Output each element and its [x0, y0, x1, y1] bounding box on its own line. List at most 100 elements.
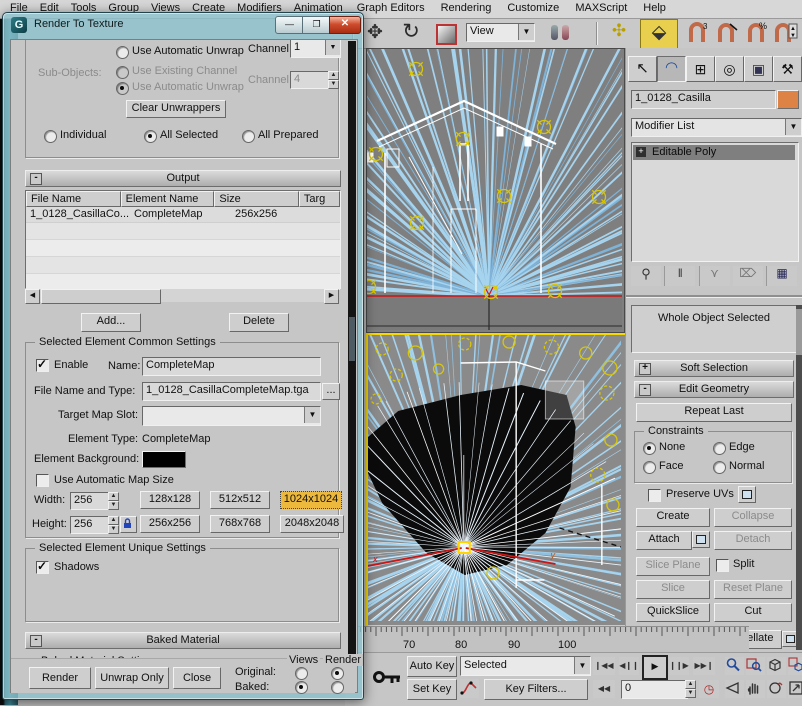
render-to-texture-dialog[interactable]: G Render To Texture — ❐ ✕ Use Automatic …: [2, 12, 364, 700]
tab-hierarchy[interactable]: ⊞: [686, 56, 715, 82]
set-key-button[interactable]: Set Key: [407, 679, 457, 700]
dialog-scrollbar[interactable]: [348, 41, 356, 657]
select-and-move-icon[interactable]: ✥: [362, 21, 388, 46]
hscroll-thumb[interactable]: [41, 289, 161, 304]
create-button[interactable]: Create: [636, 508, 710, 527]
split-checkbox[interactable]: [716, 559, 729, 572]
pan-hand-icon[interactable]: [746, 680, 765, 698]
dialog-scrollbar-thumb[interactable]: [349, 317, 355, 361]
height-field[interactable]: 256: [70, 516, 111, 534]
column-size[interactable]: Size: [214, 191, 299, 207]
menu-rendering[interactable]: Rendering: [433, 2, 500, 14]
object-color-swatch[interactable]: [777, 90, 799, 109]
modifier-stack[interactable]: + Editable Poly: [631, 142, 799, 262]
default-in-out-tangents-icon[interactable]: [460, 679, 479, 698]
frame-spinner[interactable]: ▲ ▼: [685, 680, 696, 698]
snap-3d-icon[interactable]: 3: [684, 20, 710, 46]
chevron-down-icon[interactable]: ▼: [518, 24, 534, 40]
table-row[interactable]: 1_0128_CasillaCo... CompleteMap 256x256: [26, 207, 340, 223]
detach-button[interactable]: Detach: [714, 531, 792, 550]
menu-help[interactable]: Help: [635, 2, 674, 14]
field-of-view-icon[interactable]: [725, 680, 744, 698]
preserve-uvs-settings-button[interactable]: [738, 486, 756, 503]
key-filters-button[interactable]: Key Filters...: [484, 679, 588, 700]
select-and-scale-icon[interactable]: [436, 24, 457, 45]
close-button[interactable]: Close: [173, 667, 221, 689]
constraint-none-radio[interactable]: [643, 442, 656, 455]
current-frame-field[interactable]: 0: [621, 680, 688, 699]
size-768-button[interactable]: 768x768: [210, 515, 270, 533]
next-frame-button[interactable]: ❙❙▶: [669, 657, 689, 675]
size-1024-button-active[interactable]: 1024x1024: [280, 491, 342, 509]
cut-button[interactable]: Cut: [714, 603, 792, 622]
file-name-field[interactable]: 1_0128_CasillaCompleteMap.tga: [142, 382, 321, 401]
pin-stack-icon[interactable]: ⚲: [631, 266, 661, 286]
unwrap-only-button[interactable]: Unwrap Only: [95, 667, 169, 689]
zoom-extents-icon[interactable]: [767, 657, 786, 675]
configure-modifier-sets-icon[interactable]: ▦: [766, 266, 797, 286]
individual-radio[interactable]: [44, 130, 57, 143]
collapse-icon[interactable]: -: [639, 384, 651, 396]
preserve-uvs-checkbox[interactable]: [648, 489, 661, 502]
tab-modify[interactable]: ◠: [657, 56, 686, 82]
object-name-field[interactable]: 1_0128_Casilla: [631, 90, 776, 109]
scroll-left-icon[interactable]: ◀: [25, 289, 40, 304]
column-target[interactable]: Targ: [298, 191, 340, 207]
reference-coordinate-dropdown[interactable]: View ▼: [466, 23, 535, 42]
viewport-front[interactable]: [366, 48, 625, 333]
auto-key-button[interactable]: Auto Key: [407, 656, 457, 677]
size-128-button[interactable]: 128x128: [140, 491, 200, 509]
delete-button[interactable]: Delete: [229, 313, 289, 332]
chevron-down-icon[interactable]: ▼: [785, 119, 801, 135]
constraint-face-radio[interactable]: [643, 461, 656, 474]
size-512-button[interactable]: 512x512: [210, 491, 270, 509]
remove-modifier-icon[interactable]: ⌦: [732, 266, 763, 286]
sub-channel-spinner-field[interactable]: 4: [290, 71, 331, 89]
all-prepared-radio[interactable]: [242, 130, 255, 143]
baked-views-radio[interactable]: [295, 681, 308, 694]
size-2048-button[interactable]: 2048x2048: [280, 515, 344, 533]
repeat-last-button[interactable]: Repeat Last: [636, 403, 792, 422]
percent-snap-icon[interactable]: %: [744, 20, 770, 46]
scroll-right-icon[interactable]: ▶: [324, 289, 339, 304]
constraint-normal-radio[interactable]: [713, 461, 726, 474]
go-to-start-button[interactable]: ❙◀◀: [593, 657, 615, 675]
go-to-end-button[interactable]: ▶▶❙: [693, 657, 715, 675]
original-render-radio[interactable]: [331, 667, 344, 680]
slice-plane-button[interactable]: Slice Plane: [636, 557, 710, 576]
original-views-radio[interactable]: [295, 667, 308, 680]
select-and-manipulate-icon[interactable]: ✣: [606, 21, 632, 46]
panel-scrollbar-thumb[interactable]: [796, 309, 802, 355]
expand-icon[interactable]: +: [636, 147, 646, 157]
sub-auto-unwrap-radio[interactable]: [116, 82, 129, 95]
size-256-button[interactable]: 256x256: [140, 515, 200, 533]
stack-item-editable-poly[interactable]: + Editable Poly: [633, 145, 795, 160]
column-element-name[interactable]: Element Name: [120, 191, 215, 207]
lock-aspect-icon[interactable]: [120, 516, 137, 533]
tab-utilities[interactable]: ⚒: [773, 56, 802, 82]
baked-render-radio[interactable]: [331, 681, 344, 694]
zoom-extents-all-icon[interactable]: [788, 657, 802, 675]
modifier-list-dropdown[interactable]: Modifier List ▼: [631, 118, 802, 137]
chevron-down-icon[interactable]: ▼: [574, 657, 590, 674]
target-map-slot-dropdown[interactable]: ▼: [142, 406, 321, 426]
select-and-rotate-icon[interactable]: ↻: [396, 19, 426, 46]
menu-customize[interactable]: Customize: [499, 2, 567, 14]
shadows-checkbox[interactable]: [36, 559, 49, 574]
use-pivot-point-icon[interactable]: [545, 22, 579, 45]
rollup-edit-geometry[interactable]: - Edit Geometry: [634, 381, 794, 398]
element-background-swatch[interactable]: [142, 451, 186, 468]
timeline-ruler[interactable]: 70 80 90 100: [345, 626, 749, 653]
width-field[interactable]: 256: [70, 492, 111, 510]
rollup-output[interactable]: - Output: [25, 170, 341, 187]
zoom-all-icon[interactable]: [746, 657, 765, 675]
menu-maxscript[interactable]: MAXScript: [567, 2, 635, 14]
rollup-baked-material[interactable]: - Baked Material: [25, 632, 341, 649]
object-channel-dropdown[interactable]: 1 ▼: [290, 40, 341, 58]
angle-snap-icon[interactable]: [714, 20, 740, 46]
quickslice-button[interactable]: QuickSlice: [636, 603, 710, 622]
arc-rotate-icon[interactable]: [767, 680, 786, 698]
close-icon[interactable]: ✕: [329, 16, 361, 34]
all-selected-radio[interactable]: [144, 130, 157, 143]
output-table[interactable]: File Name Element Name Size Targ 1_0128_…: [25, 190, 341, 290]
